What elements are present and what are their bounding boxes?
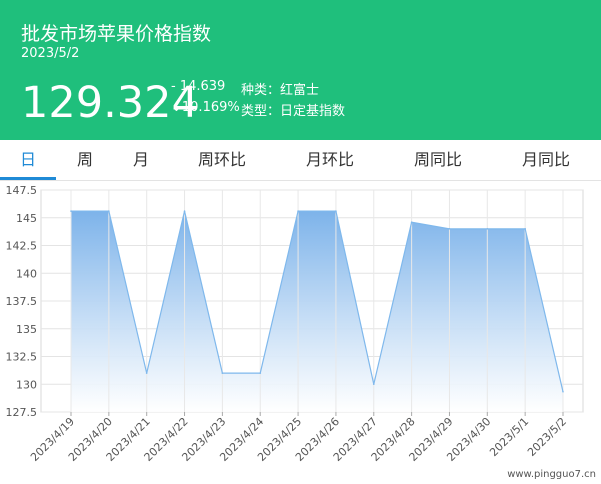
y-tick-label: 142.5	[6, 240, 38, 253]
data-point	[259, 372, 262, 374]
change-percent: ↓10.169%	[171, 100, 240, 115]
y-tick-label: 130	[16, 378, 37, 391]
index-date: 2023/5/2	[21, 46, 80, 61]
data-point	[108, 210, 110, 212]
data-point	[486, 228, 489, 230]
period-tabs: 日 周 月 周环比 月环比 周同比 月同比	[0, 140, 601, 181]
data-point	[410, 221, 413, 223]
data-point	[297, 210, 299, 212]
data-point	[562, 390, 564, 393]
tab-month[interactable]: 月	[116, 140, 166, 180]
data-point	[70, 210, 72, 212]
apple-price-index-chart: 127.5 130 132.5 135 137.5 140 142.5 145 147.5 202…	[6, 184, 597, 480]
x-tick-label: 2023/5/1	[487, 415, 531, 459]
x-tick-label: 2023/5/2	[525, 415, 569, 459]
tab-week-year-on-year[interactable]: 周同比	[402, 140, 474, 180]
active-tab-underline	[0, 177, 56, 180]
data-point	[524, 228, 526, 230]
data-point	[372, 383, 375, 386]
data-point	[335, 210, 337, 212]
y-tick-label: 135	[16, 323, 37, 336]
data-point	[448, 228, 451, 230]
y-tick-label: 127.5	[6, 406, 38, 419]
y-tick-label: 137.5	[6, 295, 38, 308]
index-type-label: 类型：日定基指数	[241, 104, 346, 119]
y-tick-label: 145	[16, 212, 37, 225]
tab-week-on-week[interactable]: 周环比	[186, 140, 258, 180]
y-tick-label: 147.5	[6, 184, 38, 197]
header-panel: 批发市场苹果价格指数 2023/5/2 129.324 - 14.639 ↓10…	[0, 0, 601, 140]
variety-label: 种类：红富士	[241, 83, 320, 98]
tab-day[interactable]: 日	[0, 140, 56, 180]
data-point	[221, 372, 224, 374]
tab-month-year-on-year[interactable]: 月同比	[510, 140, 582, 180]
page-title: 批发市场苹果价格指数	[21, 23, 212, 45]
watermark: www.pingguo7.cn	[507, 469, 596, 480]
change-absolute: - 14.639	[171, 79, 226, 94]
data-point	[183, 210, 186, 212]
y-tick-label: 132.5	[6, 351, 38, 364]
tab-month-on-month[interactable]: 月环比	[294, 140, 366, 180]
data-point	[145, 372, 148, 374]
y-tick-label: 140	[16, 267, 37, 280]
tab-week[interactable]: 周	[60, 140, 110, 180]
